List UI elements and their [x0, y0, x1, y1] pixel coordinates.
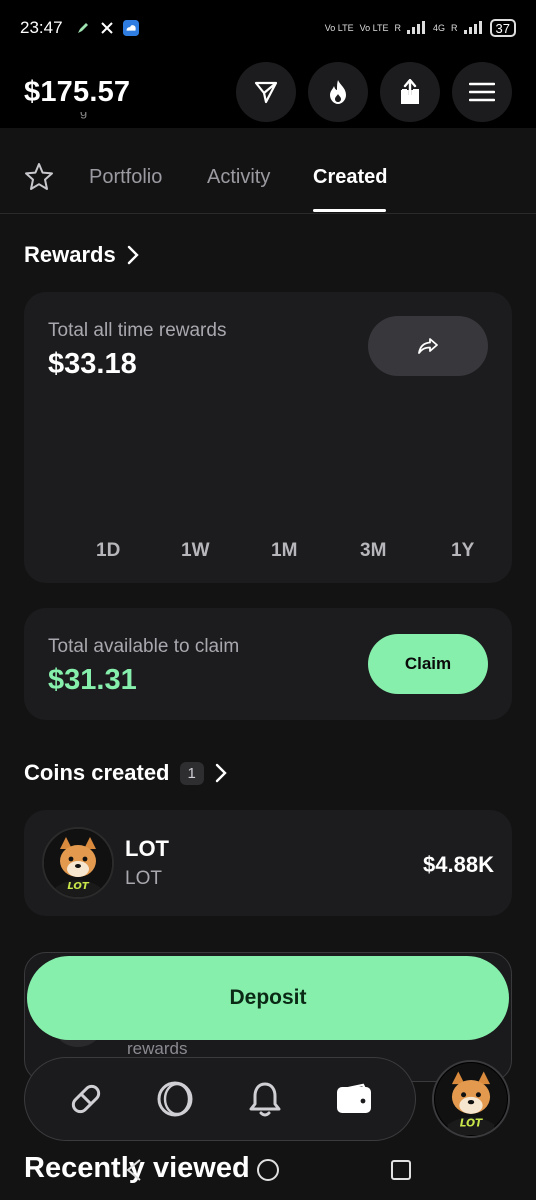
- roaming-label-2: R: [451, 23, 458, 33]
- chevron-right-icon: [127, 245, 139, 265]
- bell-icon: [249, 1082, 281, 1117]
- nav-wallet[interactable]: [330, 1075, 378, 1123]
- status-notification-icons: [75, 20, 139, 36]
- nav-explore[interactable]: [151, 1075, 199, 1123]
- send-icon: [254, 81, 278, 104]
- coins-count-badge: 1: [179, 761, 204, 785]
- time-range-selector: 1D 1W 1M 3M 1Y: [24, 540, 512, 564]
- claim-value: $31.31: [48, 664, 137, 696]
- deposit-button[interactable]: Deposit: [27, 956, 509, 1040]
- coin-logo-text: LOT: [67, 881, 90, 892]
- wallet-icon: [337, 1083, 372, 1113]
- underlying-text: rewards: [127, 1039, 188, 1058]
- network-label-2: Vo LTE: [359, 23, 389, 33]
- coin-logo: LOT: [42, 827, 114, 899]
- signal-icon-1: [407, 20, 427, 36]
- claim-label: Total available to claim: [48, 636, 240, 657]
- range-1m[interactable]: 1M: [271, 540, 297, 562]
- recents-icon: [391, 1160, 411, 1180]
- coin-list-item[interactable]: LOT LOT LOT $4.88K: [24, 810, 512, 916]
- share-button[interactable]: [380, 62, 440, 122]
- coin-name: LOT: [125, 836, 169, 861]
- coins-created-title: Coins created: [24, 760, 170, 785]
- link-icon: [71, 1084, 100, 1114]
- shiba-dog-icon: LOT: [44, 829, 112, 897]
- bottom-navigation: [24, 1057, 416, 1141]
- chevron-right-icon: [215, 763, 227, 783]
- pencil-icon: [75, 20, 91, 36]
- home-icon: [257, 1159, 279, 1181]
- rewards-title: Rewards: [24, 242, 116, 267]
- network-type: 4G: [433, 23, 446, 33]
- claim-button[interactable]: Claim: [368, 634, 488, 694]
- status-time: 23:47: [20, 18, 63, 37]
- roaming-label-1: R: [394, 23, 402, 33]
- header-actions: [236, 62, 512, 122]
- total-rewards-label: Total all time rewards: [48, 320, 227, 341]
- send-button[interactable]: [236, 62, 296, 122]
- range-1y[interactable]: 1Y: [451, 540, 474, 562]
- favorites-tab[interactable]: [24, 162, 54, 197]
- nav-link[interactable]: [62, 1075, 110, 1123]
- coin-ticker: LOT: [125, 868, 162, 889]
- range-3m[interactable]: 3M: [360, 540, 386, 562]
- menu-button[interactable]: [452, 62, 512, 122]
- header-subtext-partial: g: [24, 112, 104, 128]
- tab-bar: Portfolio Activity Created: [0, 140, 536, 214]
- status-bar: 23:47 Vo LTE Vo LTE R 4G R 37: [0, 0, 536, 56]
- share-rewards-button[interactable]: [368, 316, 488, 376]
- range-1d[interactable]: 1D: [96, 540, 120, 562]
- status-right: Vo LTE Vo LTE R 4G R 37: [325, 19, 516, 37]
- shiba-dog-icon: LOT: [435, 1063, 507, 1135]
- total-rewards-value: $33.18: [48, 348, 137, 380]
- rewards-card: Total all time rewards $33.18 1D 1W 1M 3…: [24, 292, 512, 583]
- coins-created-header[interactable]: Coins created 1: [24, 760, 228, 786]
- tab-activity[interactable]: Activity: [207, 166, 270, 189]
- tab-created[interactable]: Created: [313, 166, 387, 189]
- active-tab-indicator: [313, 209, 386, 212]
- coin-value: $4.88K: [423, 852, 494, 877]
- forward-arrow-icon: [418, 338, 438, 354]
- avatar-logo-text: LOT: [460, 1118, 483, 1130]
- flame-icon: [330, 80, 346, 104]
- cloud-icon: [122, 20, 139, 36]
- wallet-balance: $175.57: [24, 75, 131, 108]
- star-icon: [25, 163, 53, 190]
- nav-notifications[interactable]: [241, 1075, 289, 1123]
- rewards-header[interactable]: Rewards: [24, 242, 140, 268]
- profile-avatar-button[interactable]: LOT: [432, 1060, 510, 1138]
- battery-indicator: 37: [489, 19, 516, 37]
- range-1w[interactable]: 1W: [181, 540, 210, 562]
- signal-icon-2: [463, 20, 484, 36]
- header-subtext: g: [80, 112, 87, 119]
- share-icon: [401, 79, 419, 104]
- circle-icon: [157, 1081, 193, 1117]
- x-icon: [99, 20, 115, 36]
- tab-portfolio[interactable]: Portfolio: [89, 166, 162, 189]
- hamburger-icon: [469, 82, 495, 102]
- recently-viewed-title: Recently viewed: [24, 1152, 250, 1184]
- claim-card: Total available to claim $31.31 Claim: [24, 608, 512, 720]
- network-label-1: Vo LTE: [324, 23, 354, 33]
- trending-button[interactable]: [308, 62, 368, 122]
